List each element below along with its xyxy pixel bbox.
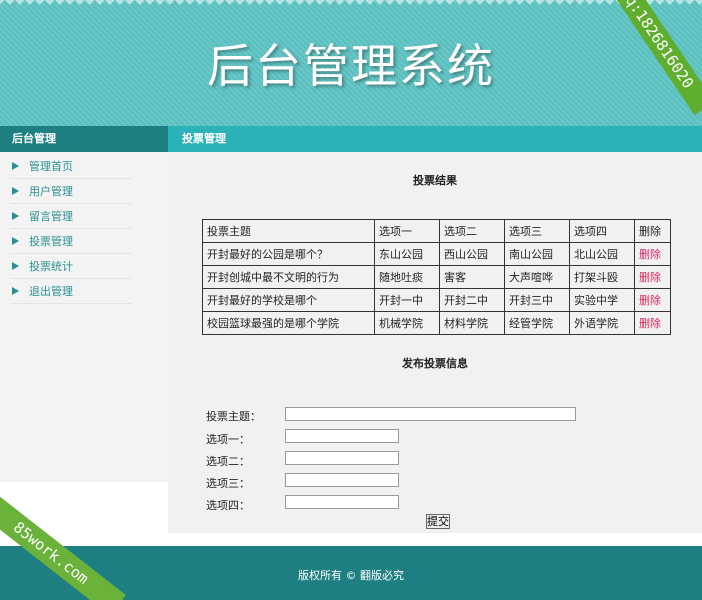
option2-input[interactable] [285,451,399,465]
table-row: 开封创城中最不文明的行为 随地吐痰 害客 大声喧哗 打架斗殴 删除 [202,265,671,289]
table-row: 校园篮球最强的是哪个学院 机械学院 材料学院 经管学院 外语学院 删除 [202,311,671,335]
sidebar-item-label: 用户管理 [29,184,73,198]
arrow-right-icon [12,212,19,220]
sidebar-item-users[interactable]: 用户管理 [10,179,132,204]
header-banner: 后台管理系统 qq:1826816020 [0,0,702,126]
table-cell: 北山公园 [569,242,635,266]
sidebar-title: 后台管理 [0,126,168,152]
arrow-right-icon [12,187,19,195]
table-cell: 随地吐痰 [374,265,440,289]
table-cell: 害客 [439,265,505,289]
table-cell: 开封最好的公园是哪个？ [202,242,375,266]
table-cell: 开封二中 [439,288,505,312]
arrow-right-icon [12,237,19,245]
table-row: 开封最好的学校是哪个 开封一中 开封二中 开封三中 实验中学 删除 [202,288,671,312]
table-cell: 开封创城中最不文明的行为 [202,265,375,289]
arrow-right-icon [12,162,19,170]
table-cell: 实验中学 [569,288,635,312]
copyright-text: 版权所有 © 翻版必究 [298,569,404,582]
table-header-cell: 选项三 [504,219,570,243]
table-cell: 材料学院 [439,311,505,335]
sidebar-menu: 管理首页 用户管理 留言管理 投票管理 投票统计 退出管理 [0,152,168,304]
delete-link[interactable]: 删除 [634,288,671,312]
sidebar-item-home[interactable]: 管理首页 [10,154,132,179]
sidebar-item-label: 投票统计 [29,259,73,273]
submit-button[interactable]: 提交 [426,514,450,529]
publish-title: 发布投票信息 [402,357,468,370]
sidebar-item-logout[interactable]: 退出管理 [10,279,132,304]
table-cell: 开封一中 [374,288,440,312]
table-header-cell: 选项四 [569,219,635,243]
arrow-right-icon [12,262,19,270]
sidebar-item-label: 留言管理 [29,209,73,223]
site-title: 后台管理系统 [207,39,495,93]
table-cell: 南山公园 [504,242,570,266]
option4-input[interactable] [285,495,399,509]
option3-input[interactable] [285,473,399,487]
header-zigzag-decoration [0,0,702,8]
option3-label: 选项三： [206,477,250,490]
table-cell: 校园篮球最强的是哪个学院 [202,311,375,335]
main-content: 投票结果 投票主题 选项一 选项二 选项三 选项四 删除 开封最好的公园是哪个？… [168,152,702,533]
table-header-row: 投票主题 选项一 选项二 选项三 选项四 删除 [202,219,671,243]
table-header-cell: 选项二 [439,219,505,243]
table-cell: 开封三中 [504,288,570,312]
arrow-right-icon [12,287,19,295]
option1-input[interactable] [285,429,399,443]
sidebar-item-label: 退出管理 [29,284,73,298]
vote-results-table: 投票主题 选项一 选项二 选项三 选项四 删除 开封最好的公园是哪个？ 东山公园… [202,219,671,335]
topic-label: 投票主题： [206,410,261,423]
table-cell: 外语学院 [569,311,635,335]
table-cell: 东山公园 [374,242,440,266]
table-cell: 经管学院 [504,311,570,335]
table-cell: 西山公园 [439,242,505,266]
sidebar-item-votes[interactable]: 投票管理 [10,229,132,254]
sidebar-item-label: 投票管理 [29,234,73,248]
option4-label: 选项四： [206,499,250,512]
table-row: 开封最好的公园是哪个？ 东山公园 西山公园 南山公园 北山公园 删除 [202,242,671,266]
results-title: 投票结果 [413,174,457,187]
table-header-cell: 投票主题 [202,219,375,243]
table-header-cell: 选项一 [374,219,440,243]
topic-input[interactable] [285,407,576,421]
table-cell: 开封最好的学校是哪个 [202,288,375,312]
option2-label: 选项二： [206,455,250,468]
table-cell: 打架斗殴 [569,265,635,289]
sidebar-item-label: 管理首页 [29,159,73,173]
delete-link[interactable]: 删除 [634,265,671,289]
sidebar: 后台管理 管理首页 用户管理 留言管理 投票管理 投票统计 退出管理 [0,126,168,482]
main-title: 投票管理 [168,126,702,152]
delete-link[interactable]: 删除 [634,242,671,266]
table-cell: 机械学院 [374,311,440,335]
delete-link[interactable]: 删除 [634,311,671,335]
option1-label: 选项一： [206,433,250,446]
sidebar-item-messages[interactable]: 留言管理 [10,204,132,229]
table-cell: 大声喧哗 [504,265,570,289]
table-header-cell: 删除 [634,219,671,243]
sidebar-item-vote-stats[interactable]: 投票统计 [10,254,132,279]
